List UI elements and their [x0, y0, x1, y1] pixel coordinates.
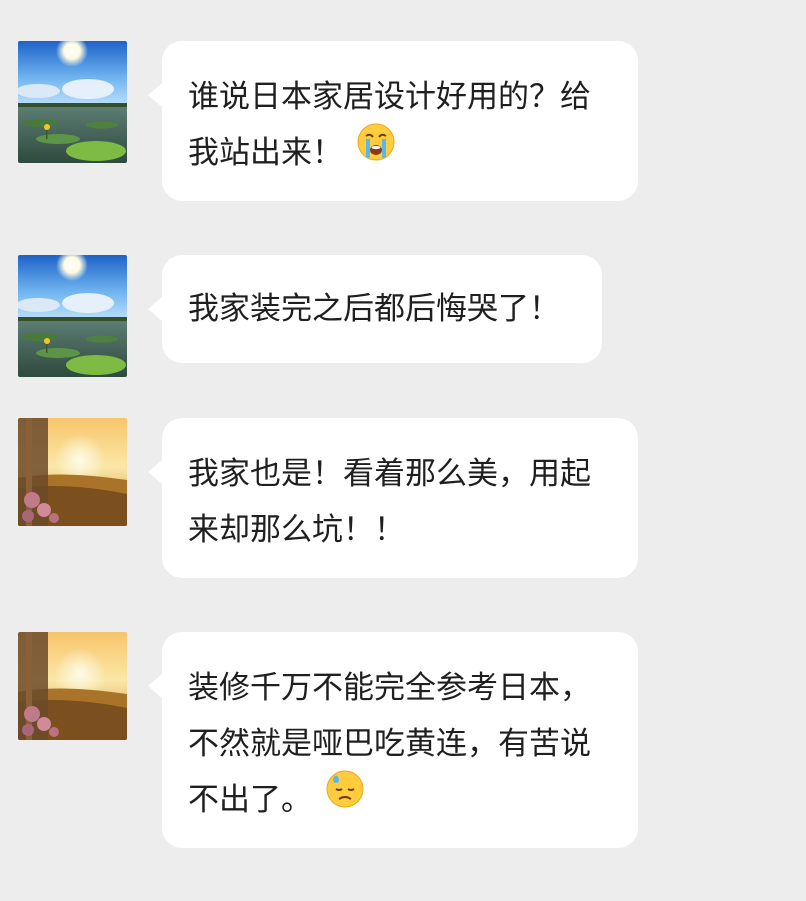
message-text: 我站出来！: [188, 135, 343, 171]
message-bubble[interactable]: 装修千万不能完全参考日本， 不然就是哑巴吃黄连，有苦说 不出了。: [148, 632, 638, 848]
message-text: 我家也是！看着那么美，用起: [188, 456, 591, 492]
message-bubble[interactable]: 谁说日本家居设计好用的？给 我站出来！: [148, 41, 638, 201]
message-text: 来却那么坑！！: [188, 512, 405, 548]
avatar-sunset-field[interactable]: [18, 632, 127, 740]
avatar-lotus-pond[interactable]: [18, 255, 127, 377]
message-text: 我家装完之后都后悔哭了！: [188, 291, 560, 327]
message-text: 谁说日本家居设计好用的？给: [188, 79, 591, 115]
message-bubble[interactable]: 我家装完之后都后悔哭了！: [148, 255, 602, 363]
message-text: 不然就是哑巴吃黄连，有苦说: [188, 726, 591, 762]
downcast-face-with-sweat-icon: [326, 770, 364, 826]
message-text: 不出了。: [188, 782, 312, 818]
message-bubble[interactable]: 我家也是！看着那么美，用起 来却那么坑！！: [148, 418, 638, 578]
chat-thread: 谁说日本家居设计好用的？给 我站出来！ 我家装完之后都后悔哭了！ 我家也是！看着…: [0, 0, 806, 901]
avatar-lotus-pond[interactable]: [18, 41, 127, 163]
loudly-crying-face-icon: [357, 123, 395, 179]
message-text: 装修千万不能完全参考日本，: [188, 670, 591, 706]
avatar-sunset-field[interactable]: [18, 418, 127, 526]
